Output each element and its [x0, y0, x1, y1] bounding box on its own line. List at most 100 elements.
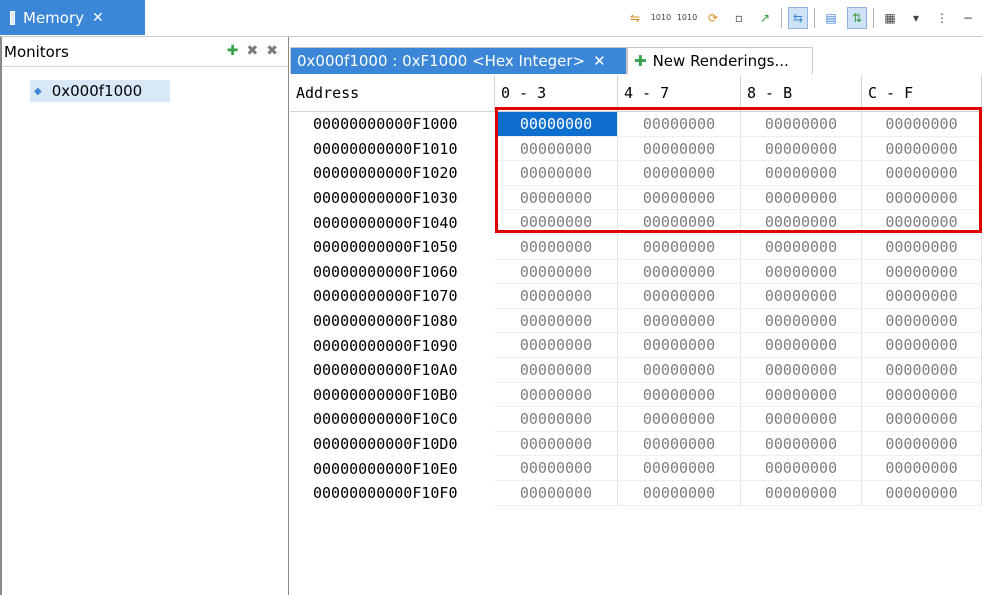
close-icon[interactable]: ✕ — [92, 10, 104, 26]
memory-cell[interactable]: 00000000 — [618, 112, 741, 137]
memory-cell[interactable]: 00000000 — [618, 284, 741, 309]
remove-all-monitors-icon[interactable]: ✖ — [266, 43, 278, 59]
column-header[interactable]: C - F — [862, 75, 982, 112]
memory-cell[interactable]: 00000000 — [741, 456, 862, 481]
monitors-actions: ✚ ✖ ✖ — [227, 43, 278, 59]
memory-cell[interactable]: 00000000 — [862, 112, 982, 137]
memory-cell[interactable]: 00000000 — [862, 210, 982, 235]
memory-cell[interactable]: 00000000 — [495, 333, 618, 358]
memory-cell[interactable]: 00000000 — [741, 210, 862, 235]
memory-cell[interactable]: 00000000 — [495, 431, 618, 457]
memory-cell[interactable]: 00000000 — [495, 481, 618, 506]
memory-cell[interactable]: 00000000 — [862, 456, 982, 481]
memory-cell[interactable]: 00000000 — [741, 235, 862, 260]
memory-cell[interactable]: 00000000 — [618, 308, 741, 334]
memory-cell[interactable]: 00000000 — [862, 235, 982, 260]
new-icon[interactable]: ▫ — [729, 7, 749, 29]
memory-cell[interactable]: 00000000 — [862, 161, 982, 186]
memory-cell[interactable]: 00000000 — [741, 259, 862, 285]
memory-cell[interactable]: 00000000 — [862, 259, 982, 285]
refresh-icon[interactable]: ⟳ — [703, 7, 723, 29]
memory-cell[interactable]: 00000000 — [741, 333, 862, 358]
address-cell: 00000000000F1080 — [313, 312, 458, 331]
monitor-item[interactable]: ◆ 0x000f1000 — [30, 80, 170, 102]
export-icon[interactable]: ↗ — [755, 7, 775, 29]
memory-cell[interactable]: 00000000 — [862, 481, 982, 506]
memory-cell[interactable]: 00000000 — [495, 235, 618, 260]
memory-cell[interactable]: 00000000 — [495, 185, 618, 211]
memory-cell[interactable]: 00000000 — [618, 456, 741, 481]
memory-cell[interactable]: 00000000 — [862, 358, 982, 383]
address-cell: 00000000000F1090 — [313, 336, 458, 355]
memory-cell[interactable]: 00000000 — [618, 431, 741, 457]
memory-cell[interactable]: 00000000 — [741, 382, 862, 408]
memory-cell[interactable]: 00000000 — [495, 456, 618, 481]
address-cell: 00000000000F10C0 — [313, 410, 458, 429]
memory-cell[interactable]: 00000000 — [618, 407, 741, 432]
minimize-icon[interactable]: − — [958, 7, 978, 29]
more-icon[interactable]: ⋮ — [932, 7, 952, 29]
memory-cell[interactable]: 00000000 — [618, 382, 741, 408]
tab-new-renderings[interactable]: ✚ New Renderings... — [627, 47, 813, 74]
remove-monitor-icon[interactable]: ✖ — [247, 43, 259, 59]
copy-icon[interactable]: ▤ — [821, 7, 841, 29]
address-cell: 00000000000F10A0 — [313, 361, 458, 380]
column-header[interactable]: 4 - 7 — [618, 75, 741, 112]
memory-cell[interactable]: 00000000 — [741, 112, 862, 137]
memory-cell[interactable]: 00000000 — [495, 382, 618, 408]
memory-cell[interactable]: 00000000 — [618, 161, 741, 186]
toggle-icon[interactable]: ⇅ — [847, 6, 867, 29]
add-monitor-icon[interactable]: ✚ — [227, 43, 239, 59]
memory-cell[interactable]: 00000000 — [741, 308, 862, 334]
memory-cell[interactable]: 00000000 — [741, 284, 862, 309]
memory-cell[interactable]: 00000000 — [618, 210, 741, 235]
close-icon[interactable]: ✕ — [593, 52, 606, 70]
columns-icon[interactable]: ▦ — [880, 7, 900, 29]
memory-cell[interactable]: 00000000 — [495, 284, 618, 309]
memory-cell[interactable]: 00000000 — [495, 407, 618, 432]
memory-cell[interactable]: 00000000 — [862, 431, 982, 457]
memory-cell[interactable]: 00000000 — [741, 358, 862, 383]
memory-cell[interactable]: 00000000 — [862, 407, 982, 432]
memory-cell[interactable]: 00000000 — [862, 382, 982, 408]
memory-cell[interactable]: 00000000 — [862, 308, 982, 334]
memory-cell[interactable]: 00000000 — [495, 210, 618, 235]
memory-cell[interactable]: 00000000 — [495, 136, 618, 162]
memory-cell[interactable]: 00000000 — [618, 235, 741, 260]
memory-cell[interactable]: 00000000 — [618, 481, 741, 506]
memory-cell[interactable]: 00000000 — [741, 161, 862, 186]
hex-1010b-icon[interactable]: 1010 — [677, 7, 697, 29]
memory-cell[interactable]: 00000000 — [618, 358, 741, 383]
memory-cell[interactable]: 00000000 — [495, 259, 618, 285]
memory-cell[interactable]: 00000000 — [495, 308, 618, 334]
view-title-bar: Memory ✕ ⇋ 1010 1010 ⟳ ▫ ↗ ⇆ ▤ ⇅ ▦ ▾ ⋮ − — [0, 0, 982, 37]
column-header-address[interactable]: Address — [290, 75, 495, 112]
memory-cell[interactable]: 00000000 — [495, 358, 618, 383]
hex-1010-icon[interactable]: 1010 — [651, 7, 671, 29]
sync-icon[interactable]: ⇆ — [788, 6, 808, 29]
memory-cell[interactable]: 00000000 — [618, 136, 741, 162]
address-cell: 00000000000F1010 — [313, 139, 458, 158]
memory-cell[interactable]: 00000000 — [741, 431, 862, 457]
monitors-title: Monitors — [4, 42, 69, 61]
monitors-pane: Monitors ✚ ✖ ✖ ◆ 0x000f1000 — [0, 37, 289, 595]
memory-cell[interactable]: 00000000 — [618, 333, 741, 358]
dropdown-icon[interactable]: ▾ — [906, 7, 926, 29]
memory-cell[interactable]: 00000000 — [862, 284, 982, 309]
column-header[interactable]: 8 - B — [741, 75, 862, 112]
memory-cell[interactable]: 00000000 — [741, 481, 862, 506]
memory-view-tab[interactable]: Memory ✕ — [0, 0, 145, 35]
memory-cell[interactable]: 00000000 — [862, 136, 982, 162]
link-icon[interactable]: ⇋ — [625, 7, 645, 29]
memory-cell[interactable]: 00000000 — [618, 259, 741, 285]
memory-cell[interactable]: 00000000 — [495, 112, 618, 137]
column-header[interactable]: 0 - 3 — [495, 75, 618, 112]
memory-cell[interactable]: 00000000 — [862, 185, 982, 211]
memory-cell[interactable]: 00000000 — [495, 161, 618, 186]
memory-cell[interactable]: 00000000 — [862, 333, 982, 358]
memory-cell[interactable]: 00000000 — [741, 407, 862, 432]
memory-cell[interactable]: 00000000 — [741, 185, 862, 211]
memory-cell[interactable]: 00000000 — [741, 136, 862, 162]
memory-cell[interactable]: 00000000 — [618, 185, 741, 211]
tab-hex-rendering[interactable]: 0x000f1000 : 0xF1000 <Hex Integer> ✕ — [290, 47, 627, 74]
